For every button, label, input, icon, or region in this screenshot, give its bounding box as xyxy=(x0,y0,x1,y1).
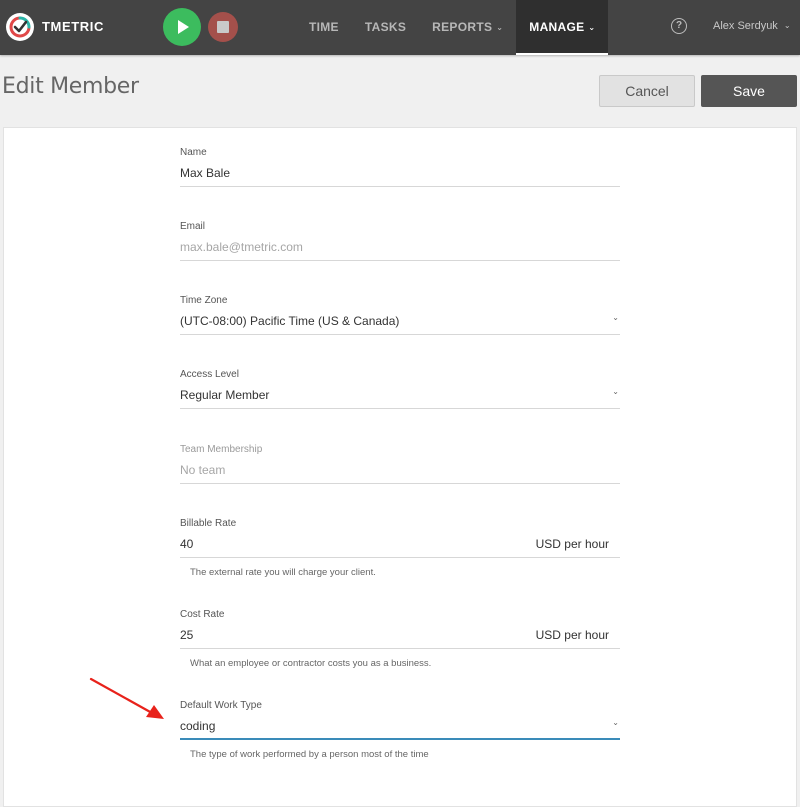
access-level-value: Regular Member xyxy=(180,388,270,402)
access-level-select[interactable]: Regular Member ⌄ xyxy=(180,383,620,409)
email-input[interactable]: max.bale@tmetric.com xyxy=(180,235,620,261)
cost-rate-input[interactable]: 25 USD per hour xyxy=(180,623,620,649)
chevron-down-icon: ⌄ xyxy=(612,313,619,322)
chevron-down-icon: ⌄ xyxy=(612,718,619,727)
help-icon[interactable]: ? xyxy=(671,18,687,34)
cost-rate-value: 25 xyxy=(180,628,194,642)
nav-manage-label: MANAGE xyxy=(529,20,585,34)
time-zone-label: Time Zone xyxy=(180,295,228,306)
stop-icon xyxy=(217,21,229,33)
user-name: Alex Serdyuk xyxy=(713,20,778,32)
team-membership-input: No team xyxy=(180,458,620,484)
billable-rate-value: 40 xyxy=(180,537,194,551)
annotation-arrow-icon xyxy=(89,677,164,719)
cost-rate-unit: USD per hour xyxy=(535,628,609,642)
default-work-type-hint: The type of work performed by a person m… xyxy=(190,749,429,760)
main-nav: TIME TASKS REPORTS ⌄ MANAGE ⌄ xyxy=(296,0,609,55)
chevron-down-icon: ⌄ xyxy=(588,23,596,32)
stop-timer-button[interactable] xyxy=(208,12,238,42)
nav-reports-label: REPORTS xyxy=(432,20,493,34)
user-menu[interactable]: Alex Serdyuk ⌄ xyxy=(713,20,791,32)
nav-reports[interactable]: REPORTS ⌄ xyxy=(419,0,516,55)
time-zone-select[interactable]: (UTC-08:00) Pacific Time (US & Canada) ⌄ xyxy=(180,309,620,335)
default-work-type-value: coding xyxy=(180,719,216,733)
billable-rate-input[interactable]: 40 USD per hour xyxy=(180,532,620,558)
nav-tasks[interactable]: TASKS xyxy=(352,0,419,55)
time-zone-value: (UTC-08:00) Pacific Time (US & Canada) xyxy=(180,314,400,328)
nav-tasks-label: TASKS xyxy=(364,20,407,34)
cancel-button[interactable]: Cancel xyxy=(599,75,695,107)
start-timer-button[interactable] xyxy=(163,8,201,46)
tmetric-logo-icon[interactable] xyxy=(6,13,34,41)
nav-time[interactable]: TIME xyxy=(296,0,352,55)
billable-rate-hint: The external rate you will charge your c… xyxy=(190,567,376,578)
default-work-type-select[interactable]: coding ⌄ xyxy=(180,714,620,740)
email-label: Email xyxy=(180,221,206,232)
nav-time-label: TIME xyxy=(309,20,339,34)
name-label: Name xyxy=(180,147,207,158)
cost-rate-label: Cost Rate xyxy=(180,609,225,620)
top-bar: TMETRIC TIME TASKS REPORTS ⌄ MANAGE ⌄ ? Al… xyxy=(0,0,800,55)
chevron-down-icon: ⌄ xyxy=(496,23,504,32)
chevron-down-icon: ⌄ xyxy=(783,21,791,30)
nav-manage[interactable]: MANAGE ⌄ xyxy=(516,0,609,55)
name-value: Max Bale xyxy=(180,166,231,180)
billable-rate-label: Billable Rate xyxy=(180,518,237,529)
app-name[interactable]: TMETRIC xyxy=(42,19,104,34)
cost-rate-hint: What an employee or contractor costs you… xyxy=(190,658,432,669)
team-membership-value: No team xyxy=(180,463,226,477)
page-title: Edit Member xyxy=(2,74,139,99)
name-input[interactable]: Max Bale xyxy=(180,161,620,187)
default-work-type-label: Default Work Type xyxy=(180,700,262,711)
access-level-label: Access Level xyxy=(180,369,239,380)
team-membership-label: Team Membership xyxy=(180,444,263,455)
email-value: max.bale@tmetric.com xyxy=(180,240,303,254)
save-button[interactable]: Save xyxy=(701,75,797,107)
chevron-down-icon: ⌄ xyxy=(612,387,619,396)
play-icon xyxy=(178,20,189,34)
billable-rate-unit: USD per hour xyxy=(535,537,609,551)
